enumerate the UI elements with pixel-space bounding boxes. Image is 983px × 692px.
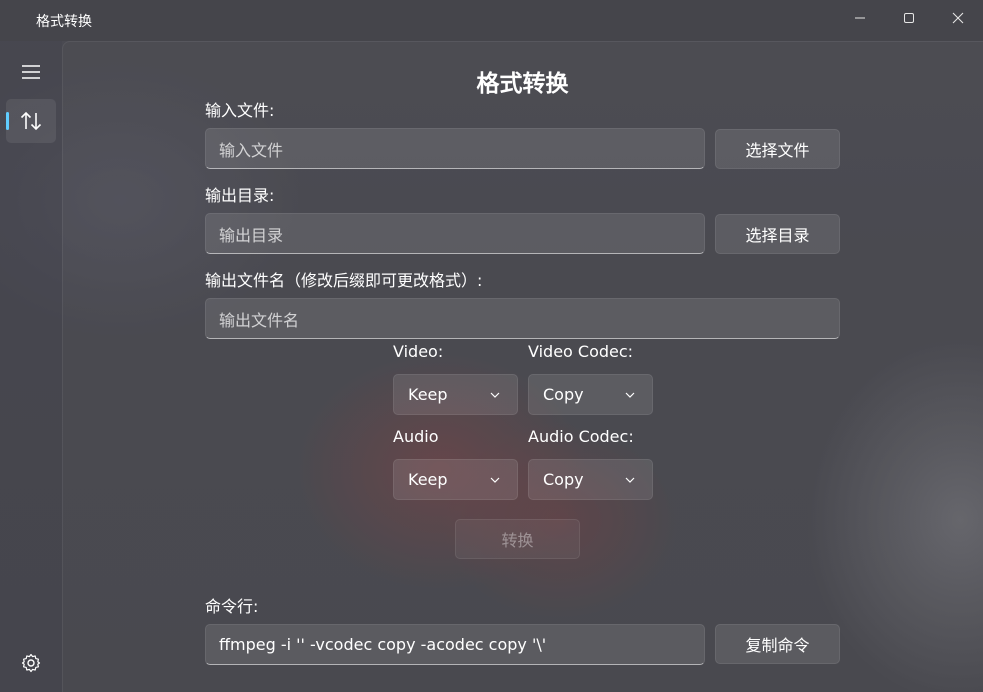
- video-select[interactable]: Keep: [393, 374, 518, 415]
- app-window: 格式转换 格式转换 输入文件: 输入文件 选择文件 输出目录: 输出目录 选择目…: [0, 0, 983, 692]
- input-file-label: 输入文件:: [205, 101, 275, 120]
- input-file-field[interactable]: 输入文件: [205, 128, 705, 169]
- hamburger-menu-icon: [22, 65, 40, 79]
- output-dir-field[interactable]: 输出目录: [205, 213, 705, 254]
- window-title: 格式转换: [36, 14, 92, 30]
- output-dir-label: 输出目录:: [205, 186, 275, 205]
- audio-codec-select-value: Copy: [543, 470, 584, 489]
- close-button[interactable]: [933, 0, 983, 36]
- close-icon: [952, 12, 964, 24]
- gear-icon: [21, 653, 41, 673]
- command-label: 命令行:: [205, 597, 259, 616]
- swap-arrows-icon: [20, 111, 42, 131]
- audio-select[interactable]: Keep: [393, 459, 518, 500]
- audio-codec-select[interactable]: Copy: [528, 459, 653, 500]
- chevron-down-icon: [490, 392, 500, 398]
- video-codec-select[interactable]: Copy: [528, 374, 653, 415]
- nav-item-format-convert[interactable]: [6, 99, 56, 143]
- output-name-label: 输出文件名（修改后缀即可更改格式）:: [205, 271, 483, 290]
- audio-select-value: Keep: [408, 470, 448, 489]
- settings-button[interactable]: [6, 641, 56, 685]
- maximize-icon: [904, 13, 914, 23]
- select-file-button[interactable]: 选择文件: [715, 129, 840, 169]
- hamburger-menu-button[interactable]: [6, 50, 56, 94]
- video-label: Video:: [393, 342, 444, 361]
- page-title: 格式转换: [476, 71, 569, 97]
- title-bar: 格式转换: [0, 0, 983, 41]
- minimize-icon: [855, 17, 865, 19]
- video-select-value: Keep: [408, 385, 448, 404]
- convert-button[interactable]: 转换: [455, 519, 580, 559]
- chevron-down-icon: [625, 392, 635, 398]
- copy-command-button[interactable]: 复制命令: [715, 624, 840, 664]
- video-codec-label: Video Codec:: [528, 342, 634, 361]
- output-name-field[interactable]: 输出文件名: [205, 298, 840, 339]
- chevron-down-icon: [490, 477, 500, 483]
- select-dir-button[interactable]: 选择目录: [715, 214, 840, 254]
- selection-indicator: [6, 112, 9, 130]
- chevron-down-icon: [625, 477, 635, 483]
- command-field[interactable]: ffmpeg -i '' -vcodec copy -acodec copy '…: [205, 624, 705, 665]
- audio-codec-label: Audio Codec:: [528, 427, 634, 446]
- minimize-button[interactable]: [835, 0, 885, 36]
- maximize-button[interactable]: [884, 0, 934, 36]
- video-codec-select-value: Copy: [543, 385, 584, 404]
- audio-label: Audio: [393, 427, 439, 446]
